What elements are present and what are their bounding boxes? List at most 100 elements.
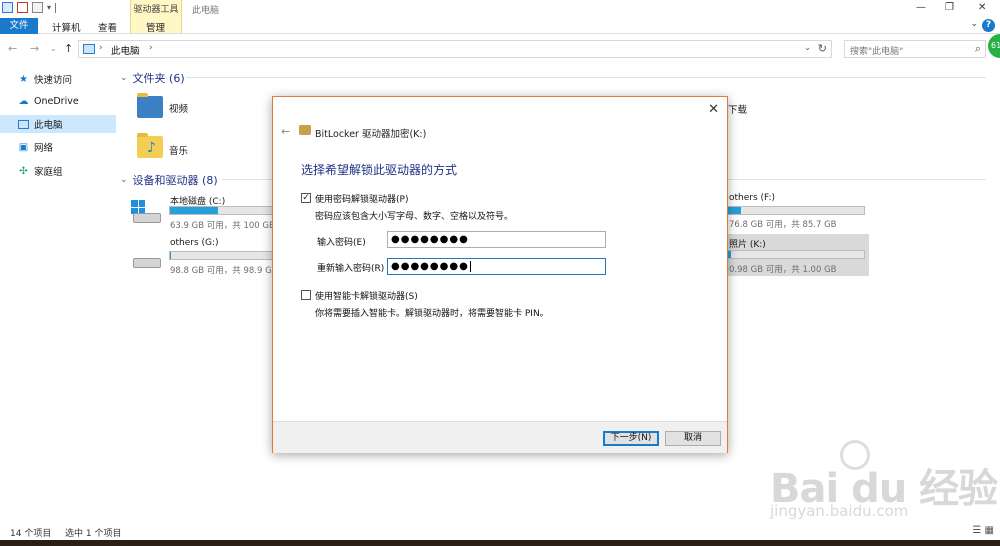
tab-computer[interactable]: 计算机	[52, 20, 81, 34]
drive-c-usage-fill	[170, 207, 218, 214]
sidebar-item-label: 家庭组	[34, 167, 63, 178]
drive-icon	[133, 258, 161, 268]
search-placeholder: 搜索"此电脑"	[850, 47, 904, 57]
drive-f-info: 76.8 GB 可用，共 85.7 GB	[729, 220, 837, 230]
drive-c-usage-bar	[169, 206, 273, 215]
sidebar-item-quick-access[interactable]: ★ 快速访问	[0, 70, 116, 88]
close-icon[interactable]: ✕	[708, 102, 719, 117]
windows-logo-icon	[131, 200, 145, 214]
sidebar-item-homegroup[interactable]: ✣ 家庭组	[0, 162, 116, 180]
reenter-password-field[interactable]: ●●●●●●●●	[387, 258, 606, 275]
cancel-button[interactable]: 取消	[665, 431, 721, 446]
password-option-label[interactable]: 使用密码解锁驱动器(P)	[315, 192, 408, 205]
smartcard-checkbox[interactable]	[301, 290, 311, 300]
video-folder-icon[interactable]	[137, 93, 163, 118]
navigation-bar: ← → ⌄ ↑ › 此电脑 › ⌄ ↻ 搜索"此电脑" ⌕	[0, 38, 1000, 60]
computer-icon	[18, 119, 29, 129]
dialog-title: BitLocker 驱动器加密(K:)	[315, 129, 427, 140]
dialog-footer: 下一步(N) 取消	[273, 421, 727, 453]
smartcard-option-label[interactable]: 使用智能卡解锁驱动器(S)	[315, 289, 418, 302]
breadcrumb[interactable]: 此电脑	[111, 43, 140, 57]
minimize-button[interactable]: —	[916, 2, 926, 13]
up-icon[interactable]: ↑	[64, 42, 73, 55]
customize-dropdown-icon[interactable]: ▾	[47, 3, 51, 12]
chevron-down-icon[interactable]: ⌄	[120, 175, 128, 185]
sidebar-item-network[interactable]: ▣ 网络	[0, 138, 116, 156]
address-bar[interactable]: › 此电脑 › ⌄ ↻	[78, 40, 832, 58]
status-bar: 14 个项目 选中 1 个项目 ☰ ▦	[0, 522, 1000, 540]
toolbar-divider	[55, 2, 57, 13]
drive-f-usage-fill	[728, 207, 741, 214]
new-folder-icon[interactable]	[32, 2, 43, 13]
chevron-down-icon[interactable]: ⌄	[120, 73, 128, 83]
properties-icon[interactable]	[17, 2, 28, 13]
star-icon: ★	[19, 73, 28, 85]
drive-k-name[interactable]: 照片 (K:)	[729, 237, 766, 250]
view-toggle-icon[interactable]: ☰ ▦	[972, 525, 994, 536]
ribbon-expand-icon[interactable]: ⌄	[970, 19, 978, 29]
dialog-heading: 选择希望解锁此驱动器的方式	[301, 163, 458, 177]
computer-icon[interactable]	[2, 2, 13, 13]
quick-access-toolbar: ▾	[2, 2, 57, 13]
devices-header-label: 设备和驱动器 (8)	[132, 174, 218, 187]
taskbar	[0, 540, 1000, 546]
section-divider	[186, 77, 986, 78]
refresh-icon[interactable]: ↻	[818, 42, 827, 55]
drive-k-usage-fill	[728, 251, 731, 258]
password-checkbox[interactable]: ✓	[301, 193, 311, 203]
drive-icon	[133, 213, 161, 223]
chevron-right-icon[interactable]: ›	[149, 43, 153, 53]
drive-g-usage-fill	[170, 252, 171, 259]
chevron-right-icon[interactable]: ›	[99, 43, 103, 53]
sidebar-item-label: 网络	[34, 143, 54, 154]
folders-section-header[interactable]: ⌄ 文件夹 (6)	[120, 70, 185, 86]
sidebar-item-this-pc[interactable]: 此电脑	[0, 115, 116, 133]
reenter-password-value: ●●●●●●●●	[391, 261, 469, 272]
enter-password-field[interactable]: ●●●●●●●●	[387, 231, 606, 248]
ribbon-tabs: 文件 计算机 查看 管理 ⌄ ?	[0, 18, 1000, 34]
search-input[interactable]: 搜索"此电脑" ⌕	[844, 40, 986, 58]
drive-g-info: 98.8 GB 可用，共 98.9 GB	[170, 266, 278, 276]
watermark-url: jingyan.baidu.com	[770, 502, 909, 520]
help-icon[interactable]: ?	[982, 19, 995, 32]
forward-icon[interactable]: →	[30, 42, 39, 55]
computer-icon	[83, 44, 95, 54]
window-title: 此电脑	[192, 6, 220, 16]
devices-section-header[interactable]: ⌄ 设备和驱动器 (8)	[120, 172, 218, 188]
folders-header-label: 文件夹 (6)	[132, 72, 185, 85]
folder-videos[interactable]: 视频	[169, 101, 188, 115]
tab-view[interactable]: 查看	[98, 20, 117, 34]
navigation-pane: ★ 快速访问 ☁ OneDrive 此电脑 ▣ 网络 ✣ 家庭组	[0, 66, 116, 518]
password-hint: 密码应该包含大小写字母、数字、空格以及符号。	[315, 212, 514, 222]
cloud-icon: ☁	[18, 95, 29, 107]
text-caret	[469, 260, 471, 272]
chevron-down-icon[interactable]: ⌄	[804, 43, 811, 52]
sidebar-item-label: OneDrive	[34, 95, 79, 107]
maximize-button[interactable]: ❐	[945, 2, 954, 13]
folder-music[interactable]: 音乐	[169, 143, 188, 157]
tab-manage[interactable]: 管理	[146, 20, 165, 34]
sidebar-item-label: 此电脑	[34, 120, 63, 131]
folder-downloads[interactable]: 下载	[728, 102, 747, 116]
search-icon[interactable]: ⌕	[975, 42, 981, 56]
enter-password-value: ●●●●●●●●	[391, 234, 469, 245]
sidebar-item-onedrive[interactable]: ☁ OneDrive	[0, 92, 116, 110]
title-bar: ▾ 驱动器工具 此电脑 — ❐ ✕	[0, 0, 1000, 34]
music-note-icon: ♪	[147, 140, 156, 156]
bitlocker-dialog: ✕ ← BitLocker 驱动器加密(K:) 选择希望解锁此驱动器的方式 ✓ …	[272, 96, 728, 453]
recent-locations-icon[interactable]: ⌄	[50, 44, 57, 53]
network-icon: ▣	[18, 141, 29, 153]
drive-k-usage-bar	[727, 250, 865, 259]
drive-c-info: 63.9 GB 可用，共 100 GB	[170, 221, 275, 231]
selection-count: 选中 1 个项目	[65, 529, 122, 539]
bitlocker-key-icon	[299, 125, 311, 135]
tab-file[interactable]: 文件	[0, 18, 38, 34]
next-button[interactable]: 下一步(N)	[603, 431, 659, 446]
drive-f-name[interactable]: others (F:)	[729, 193, 775, 203]
back-icon[interactable]: ←	[281, 125, 290, 138]
homegroup-icon: ✣	[19, 165, 28, 177]
drive-g-name[interactable]: others (G:)	[170, 238, 219, 248]
close-button[interactable]: ✕	[978, 2, 986, 13]
sidebar-item-label: 快速访问	[34, 75, 73, 86]
back-icon[interactable]: ←	[8, 42, 17, 55]
